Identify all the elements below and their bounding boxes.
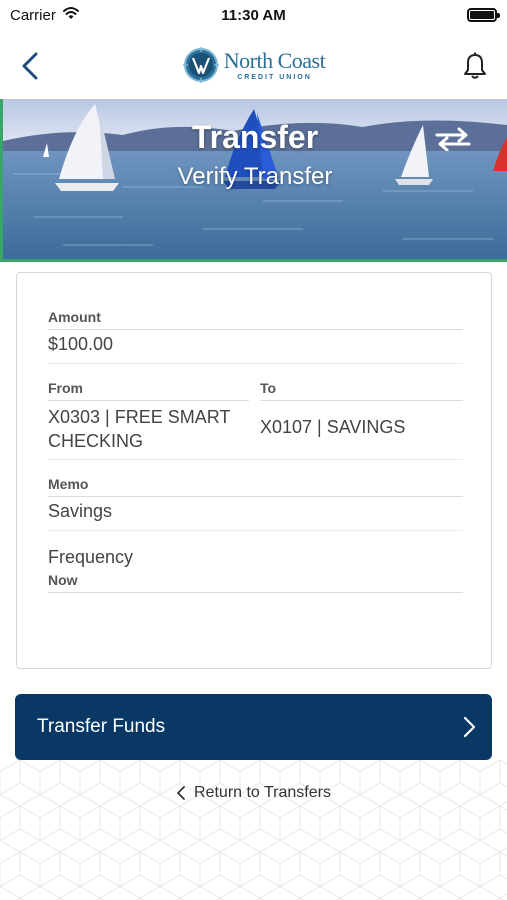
wifi-icon — [62, 6, 80, 24]
to-label: To — [260, 380, 277, 396]
frequency-value: Now — [48, 572, 78, 588]
chevron-right-icon — [463, 716, 476, 738]
divider — [48, 496, 463, 497]
transfer-details-card: Amount $100.00 From X0303 | FREE SMART C… — [16, 272, 492, 669]
status-left: Carrier — [10, 6, 80, 24]
chevron-left-icon — [177, 786, 185, 800]
back-button[interactable] — [14, 50, 46, 82]
back-chevron-icon — [22, 52, 38, 80]
logo-name: North Coast — [223, 47, 326, 73]
amount-value: $100.00 — [48, 334, 114, 354]
divider — [48, 363, 463, 364]
battery-icon — [467, 8, 500, 22]
status-bar: Carrier 11:30 AM — [0, 0, 507, 30]
transfer-arrows-icon — [435, 127, 471, 151]
divider — [48, 530, 463, 531]
from-field: From X0303 | FREE SMART CHECKING — [48, 380, 249, 453]
divider — [260, 400, 463, 401]
app-header: North Coast CREDIT UNION — [0, 30, 507, 100]
return-to-transfers-label: Return to Transfers — [194, 784, 331, 801]
amount-label: Amount — [48, 309, 101, 325]
background-pattern — [0, 760, 507, 900]
notifications-button[interactable] — [459, 49, 491, 83]
divider — [48, 329, 463, 330]
transfer-banner: Transfer Verify Transfer — [0, 99, 507, 262]
bell-icon — [464, 52, 486, 79]
logo-subtitle: CREDIT UNION — [237, 73, 312, 81]
from-value: X0303 | FREE SMART CHECKING — [48, 407, 231, 451]
return-to-transfers-link[interactable]: Return to Transfers — [0, 784, 507, 802]
logo-compass-icon — [182, 47, 219, 83]
frequency-label: Frequency — [48, 547, 134, 567]
divider — [48, 400, 249, 401]
north-coast-logo: North Coast CREDIT UNION — [182, 46, 326, 84]
divider — [48, 592, 463, 593]
from-label: From — [48, 380, 83, 396]
divider — [48, 459, 463, 460]
memo-value: Savings — [48, 501, 113, 521]
transfer-funds-button[interactable]: Transfer Funds — [15, 694, 492, 760]
banner-subtitle: Verify Transfer — [177, 163, 333, 190]
frequency-field: Frequency Now — [48, 547, 463, 593]
amount-field: Amount $100.00 — [48, 309, 463, 364]
to-value: X0107 | SAVINGS — [260, 417, 406, 437]
carrier-label: Carrier — [10, 6, 56, 24]
memo-field: Memo Savings — [48, 476, 463, 531]
transfer-funds-label: Transfer Funds — [37, 716, 166, 737]
banner-title: Transfer — [191, 119, 319, 155]
to-field: To X0107 | SAVINGS — [260, 380, 463, 438]
memo-label: Memo — [48, 476, 89, 492]
